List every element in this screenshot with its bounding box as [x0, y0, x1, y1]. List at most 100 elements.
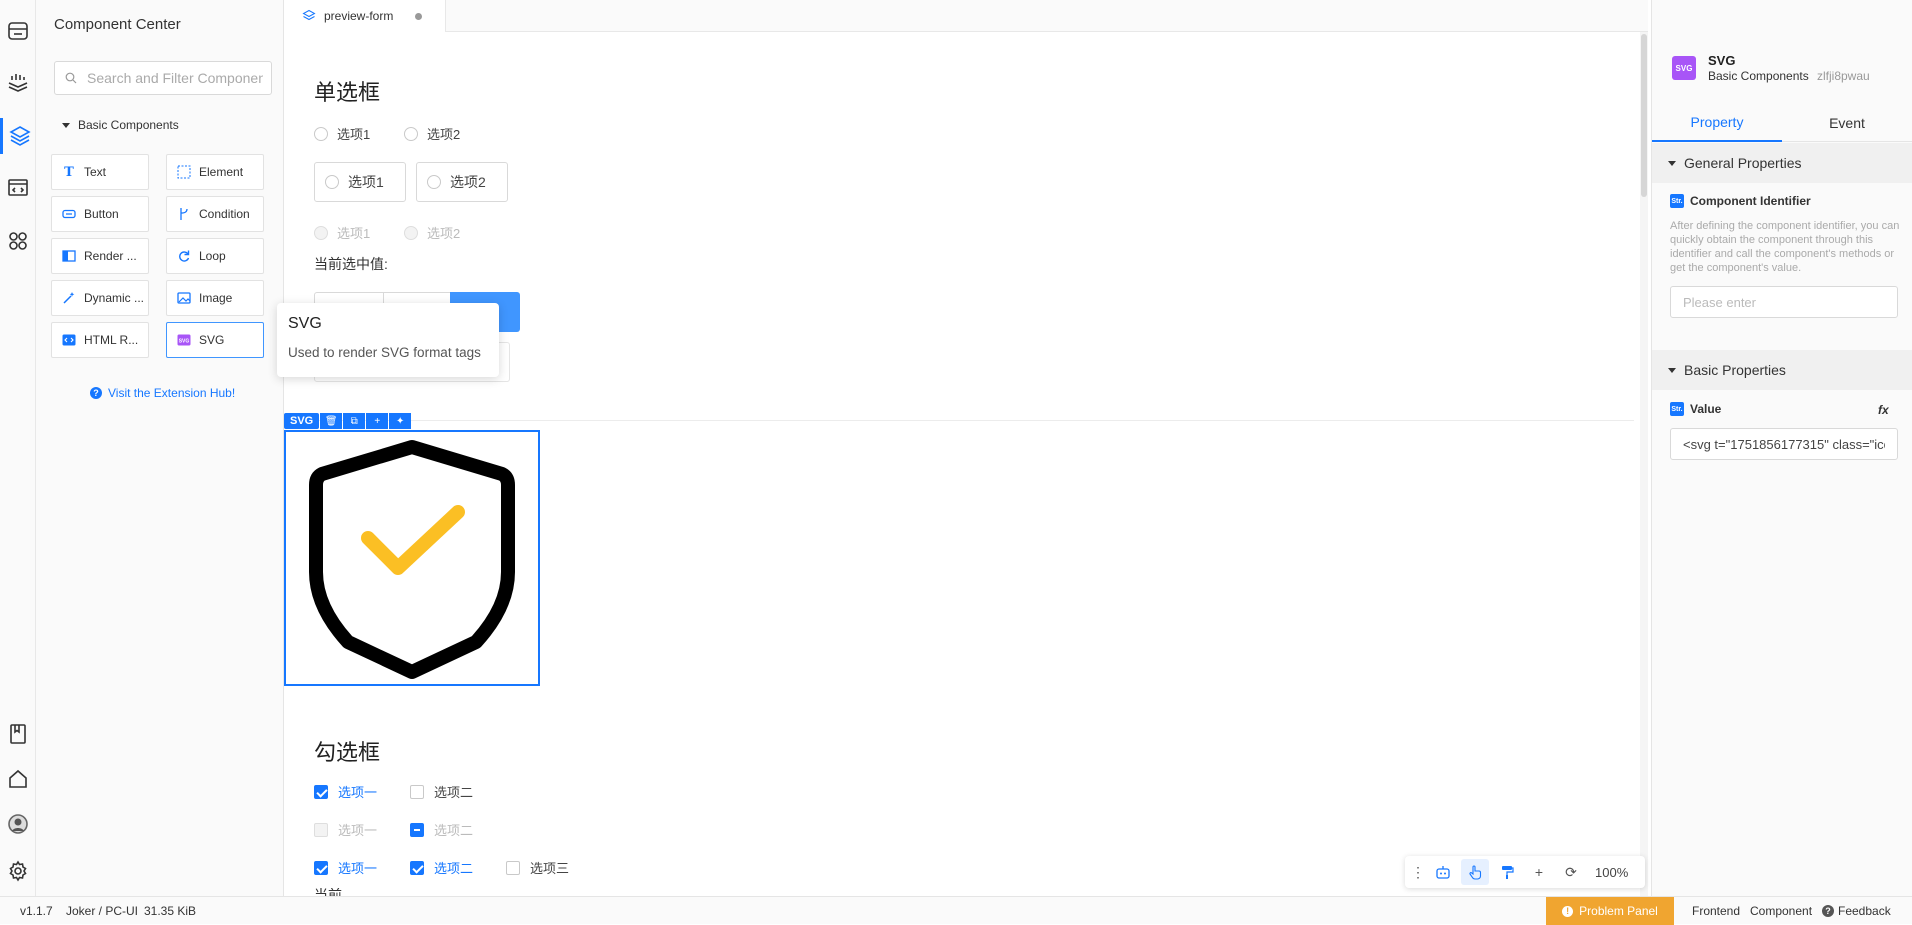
component-label: Button	[84, 207, 119, 221]
tooltip-description: Used to render SVG format tags	[288, 345, 481, 360]
feedback-label: Feedback	[1838, 904, 1891, 918]
project-path[interactable]: Joker / PC-UI	[66, 904, 138, 918]
component-item-condition[interactable]: Condition	[166, 196, 264, 232]
radio-label: 选项1	[348, 174, 384, 190]
text-icon: T	[64, 164, 74, 180]
branch-icon	[177, 207, 191, 221]
extension-hub-link[interactable]: ? Visit the Extension Hub!	[90, 386, 235, 400]
component-label: SVG	[199, 333, 225, 347]
current-value-label: 当前...	[314, 888, 354, 896]
component-item-render[interactable]: Render ...	[51, 238, 149, 274]
book-icon[interactable]	[0, 716, 36, 752]
magic-wand-icon	[62, 291, 76, 305]
layers-stack-icon[interactable]	[0, 65, 36, 101]
value-input[interactable]	[1670, 428, 1898, 460]
checkbox-box	[314, 822, 328, 837]
pointer-hand-icon[interactable]	[1461, 859, 1489, 885]
string-type-icon: Str.	[1670, 402, 1684, 416]
radio-option[interactable]: 选项1	[314, 124, 370, 143]
component-item-button[interactable]: Button	[51, 196, 149, 232]
avatar[interactable]	[0, 806, 36, 842]
checkbox-option[interactable]: 选项二	[410, 858, 473, 877]
checkbox-option[interactable]: 选项三	[506, 858, 569, 877]
function-expression-icon[interactable]: fx	[1878, 403, 1889, 417]
radio-button-option[interactable]: 选项2	[416, 162, 508, 202]
delete-icon[interactable]: 🗑	[320, 413, 343, 429]
loop-icon	[177, 249, 191, 263]
component-item-element[interactable]: Element	[166, 154, 264, 190]
section-general-properties[interactable]: General Properties	[1652, 143, 1912, 183]
apps-icon[interactable]	[0, 223, 36, 259]
feedback-link[interactable]: ? Feedback	[1822, 904, 1891, 918]
tab-property[interactable]: Property	[1652, 104, 1782, 142]
radio-circle	[404, 225, 418, 240]
code-editor-icon[interactable]	[0, 170, 36, 206]
checkbox-option[interactable]: 选项一	[314, 858, 377, 877]
warning-icon: !	[1562, 905, 1574, 917]
component-label: Image	[199, 291, 233, 305]
tab-label: preview-form	[324, 9, 394, 23]
radio-label: 选项2	[450, 174, 486, 190]
html-icon	[62, 333, 76, 347]
radio-label: 选项2	[427, 226, 461, 241]
component-search[interactable]	[54, 61, 272, 95]
format-paint-icon[interactable]	[1493, 859, 1521, 885]
caret-down-icon	[1668, 367, 1676, 373]
problem-panel-button[interactable]: ! Problem Panel	[1546, 897, 1674, 925]
tab-event[interactable]: Event	[1782, 104, 1912, 142]
component-tooltip: SVG Used to render SVG format tags	[277, 303, 499, 377]
image-icon	[177, 291, 191, 305]
button-icon	[62, 207, 76, 221]
identifier-input[interactable]	[1670, 286, 1898, 318]
design-canvas[interactable]: 单选框 选项1 选项2 选项1 选项2 选项1 选项2 当前选中值: SVG 🗑…	[284, 32, 1648, 896]
property-panel: SVG SVG Basic Components zlfji8pwau Prop…	[1651, 0, 1912, 896]
zoom-level[interactable]: 100%	[1595, 865, 1628, 880]
components-icon[interactable]	[0, 118, 36, 154]
svg-component-selected[interactable]	[284, 430, 540, 686]
component-item-image[interactable]: Image	[166, 280, 264, 316]
checkbox-checked	[410, 860, 424, 875]
render-icon	[62, 249, 76, 263]
radio-option[interactable]: 选项2	[404, 124, 460, 143]
component-item-svg[interactable]: SVG SVG	[166, 322, 264, 358]
component-label: Render ...	[84, 249, 137, 263]
activity-bar	[0, 0, 36, 896]
checkbox-option[interactable]: 选项二	[410, 782, 473, 801]
robot-icon[interactable]	[1429, 859, 1457, 885]
search-input[interactable]	[85, 69, 265, 87]
group-basic-components[interactable]: Basic Components	[62, 118, 179, 132]
frontend-link[interactable]: Frontend	[1692, 904, 1740, 918]
settings-gear-icon[interactable]	[0, 853, 36, 889]
radio-button-option[interactable]: 选项1	[314, 162, 406, 202]
section-title: Basic Properties	[1684, 362, 1786, 378]
component-item-text[interactable]: T Text	[51, 154, 149, 190]
component-item-html-render[interactable]: HTML R...	[51, 322, 149, 358]
refresh-icon[interactable]: ⟳	[1557, 859, 1585, 885]
section-title: General Properties	[1684, 155, 1802, 171]
home-icon[interactable]	[0, 761, 36, 797]
section-basic-properties[interactable]: Basic Properties	[1652, 350, 1912, 390]
radio-circle	[427, 175, 441, 189]
radio-heading: 单选框	[314, 80, 381, 105]
more-vertical-icon[interactable]: ⋮	[1411, 859, 1425, 885]
selected-component-badge: SVG	[284, 413, 320, 429]
component-link[interactable]: Component	[1750, 904, 1812, 918]
checkbox-option[interactable]: 选项一	[314, 782, 377, 801]
add-icon[interactable]: +	[366, 413, 389, 429]
tab-preview-form[interactable]: preview-form	[284, 0, 446, 32]
scrollbar-thumb[interactable]	[1641, 34, 1647, 197]
plus-icon[interactable]: +	[1525, 859, 1553, 885]
component-label: HTML R...	[84, 333, 139, 347]
unsaved-dot-icon[interactable]	[415, 12, 423, 20]
checkbox-option-indeterminate: 选项二	[410, 820, 473, 839]
pin-icon[interactable]: ✦	[389, 413, 412, 429]
copy-icon[interactable]: ⧉	[343, 413, 366, 429]
component-item-loop[interactable]: Loop	[166, 238, 264, 274]
canvas-scrollbar[interactable]	[1640, 32, 1648, 896]
caret-down-icon	[1668, 160, 1676, 166]
section-divider	[284, 420, 1634, 421]
component-item-dynamic[interactable]: Dynamic ...	[51, 280, 149, 316]
svg-text:SVG: SVG	[179, 338, 190, 344]
database-icon[interactable]	[0, 13, 36, 49]
radio-circle	[314, 225, 328, 240]
